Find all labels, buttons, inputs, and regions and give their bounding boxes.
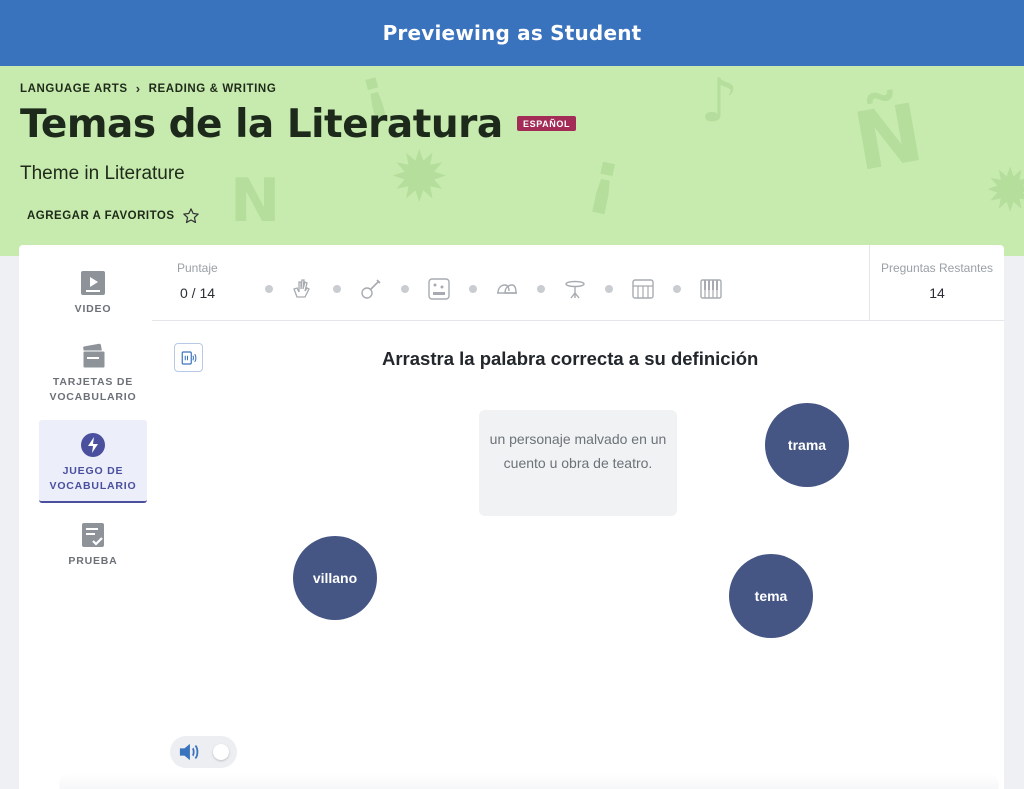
favorites-label: AGREGAR A FAVORITOS <box>27 210 175 222</box>
score-value: 0 / 14 <box>180 285 216 301</box>
word-bubble-trama[interactable]: trama <box>765 403 849 487</box>
progress-dot <box>673 285 681 293</box>
sidebar-item-video[interactable]: VIDEO <box>39 270 147 320</box>
sidebar-item-label: PRUEBA <box>68 555 118 567</box>
read-aloud-icon <box>181 350 196 365</box>
quiz-checklist-icon <box>82 523 104 547</box>
lightning-icon <box>81 433 105 457</box>
decor-glyph: Ñ <box>847 85 930 190</box>
breadcrumb-item-language-arts[interactable]: LANGUAGE ARTS <box>20 83 128 95</box>
game-instruction: Arrastra la palabra correcta a su defini… <box>382 348 759 369</box>
sidebar-item-label: TARJETAS DE VOCABULARIO <box>49 376 137 403</box>
progress-dot <box>333 285 341 293</box>
questions-remaining-label: Preguntas Restantes <box>880 261 994 275</box>
progress-dot <box>265 285 273 293</box>
lesson-header: ¡ ¡ ♪ Ñ N ✹ ✹ LANGUAGE ARTS › READING & … <box>0 66 1024 256</box>
breadcrumb-item-reading-writing[interactable]: READING & WRITING <box>149 83 277 95</box>
bells-icon <box>495 277 519 301</box>
score-label: Puntaje <box>177 261 218 275</box>
star-icon <box>182 208 199 224</box>
sidebar-item-vocabulary-game[interactable]: JUEGO DE VOCABULARIO <box>39 420 147 503</box>
read-aloud-button[interactable] <box>174 343 203 372</box>
piano-keys-icon <box>699 277 723 301</box>
decor-glyph: ¡ <box>581 133 631 221</box>
sidebar-item-label: VIDEO <box>74 303 112 315</box>
progress-dot <box>537 285 545 293</box>
page-subtitle: Theme in Literature <box>20 163 185 184</box>
preview-banner: Previewing as Student <box>0 0 1024 66</box>
score-bar: Puntaje 0 / 14 Preguntas Restantes 14 <box>152 245 1004 321</box>
progress-track <box>247 277 723 301</box>
questions-remaining-value: 14 <box>929 285 945 301</box>
breadcrumb: LANGUAGE ARTS › READING & WRITING <box>20 81 276 96</box>
chevron-right-icon: › <box>135 81 141 96</box>
language-badge[interactable]: ESPAÑOL <box>517 116 577 131</box>
card-footer-shadow <box>59 773 999 789</box>
sidebar-item-quiz[interactable]: PRUEBA <box>39 522 147 572</box>
cymbal-icon <box>563 277 587 301</box>
guitar-icon <box>359 277 383 301</box>
add-to-favorites-button[interactable]: AGREGAR A FAVORITOS <box>27 207 200 225</box>
play-icon <box>81 271 105 295</box>
sidebar-item-flashcards[interactable]: TARJETAS DE VOCABULARIO <box>39 343 147 408</box>
decor-glyph: ♪ <box>700 66 739 136</box>
toggle-knob <box>213 744 229 760</box>
progress-dot <box>469 285 477 293</box>
flashcards-icon <box>82 343 106 369</box>
word-bubble-tema[interactable]: tema <box>729 554 813 638</box>
sidebar-item-label: JUEGO DE VOCABULARIO <box>49 465 137 492</box>
preview-banner-text: Previewing as Student <box>382 21 642 45</box>
decor-glyph: ✹ <box>985 156 1024 226</box>
page-title: Temas de la Literatura <box>20 102 503 147</box>
questions-remaining: Preguntas Restantes 14 <box>869 245 1004 321</box>
progress-dot <box>401 285 409 293</box>
definition-drop-target[interactable]: un personaje malvado en un cuento u obra… <box>479 410 677 516</box>
clapping-hands-icon <box>291 277 315 301</box>
word-bubble-villano[interactable]: villano <box>293 536 377 620</box>
sound-toggle[interactable] <box>170 736 237 768</box>
synthesizer-icon <box>631 277 655 301</box>
mixer-icon <box>427 277 451 301</box>
progress-dot <box>605 285 613 293</box>
activity-card: VIDEO TARJETAS DE VOCABULARIO JUEGO DE V… <box>19 245 1004 789</box>
speaker-icon <box>179 743 199 761</box>
decor-glyph: N <box>230 166 281 236</box>
decor-glyph: ✹ <box>390 136 449 218</box>
